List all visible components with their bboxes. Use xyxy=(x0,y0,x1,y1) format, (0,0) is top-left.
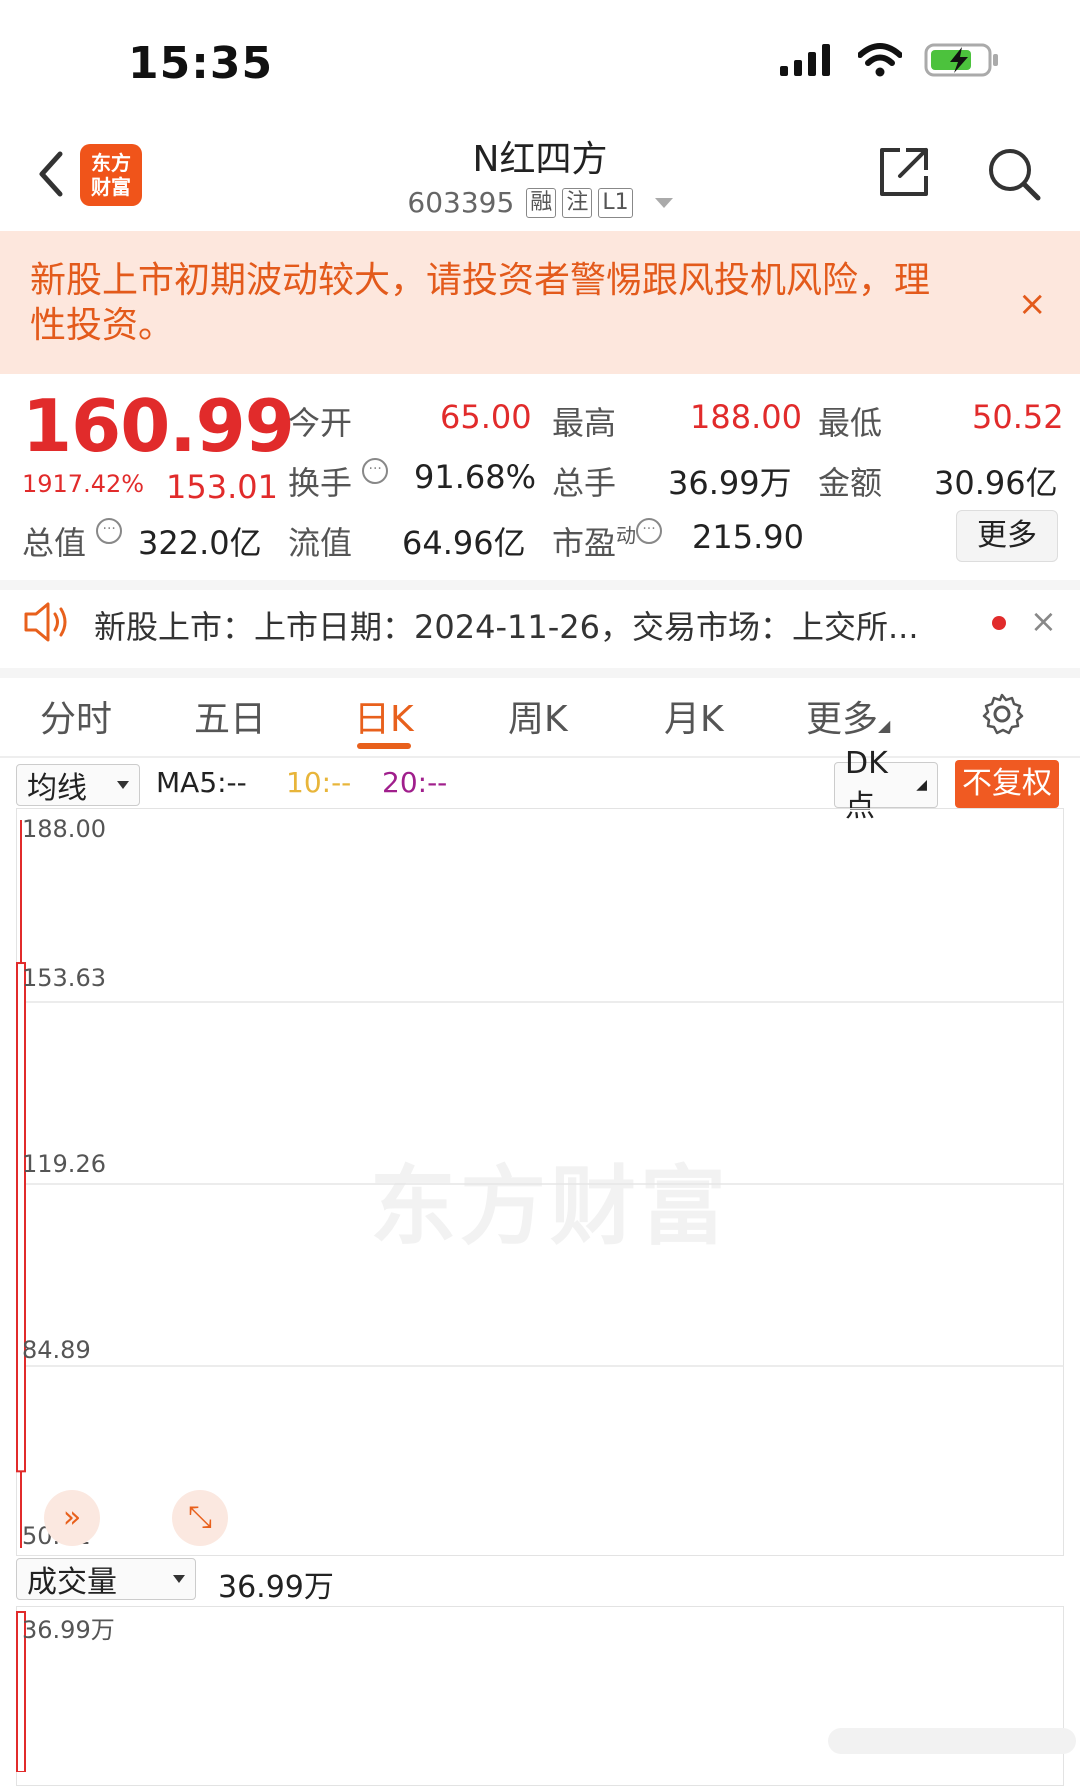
risk-warning-text: 新股上市初期波动较大，请投资者警惕跟风投机风险，理性投资。 xyxy=(30,260,931,346)
double-chevron-right-icon[interactable]: » xyxy=(44,1490,100,1546)
tab-monthly-k[interactable]: 月K xyxy=(664,690,724,742)
y-tick-label: 153.63 xyxy=(22,964,106,992)
share-icon[interactable] xyxy=(876,144,932,200)
banner-close-icon[interactable]: × xyxy=(1018,284,1047,324)
volume-readout: 36.99万 xyxy=(218,1570,334,1605)
ma20-readout: 20:-- xyxy=(382,766,448,799)
speaker-icon xyxy=(24,602,67,642)
info-icon[interactable]: ··· xyxy=(362,458,389,484)
battery-icon xyxy=(924,43,998,77)
chevron-down-icon xyxy=(117,781,129,789)
tag-margin: 融 xyxy=(526,187,557,218)
kline-plot xyxy=(16,820,1064,1548)
volume-axis-max: 36.99万 xyxy=(22,1616,115,1644)
chevron-down-icon: ◢ xyxy=(916,777,927,793)
wifi-icon xyxy=(858,43,902,77)
adjustment-button[interactable]: 不复权 xyxy=(955,760,1059,808)
info-icon[interactable]: ··· xyxy=(96,518,123,544)
status-icons xyxy=(780,42,1000,78)
chevron-down-icon: ◢ xyxy=(878,716,891,735)
divider xyxy=(0,668,1080,678)
chevron-down-icon xyxy=(173,1575,185,1583)
change-amount: 153.01 xyxy=(166,468,278,506)
chevron-down-icon[interactable] xyxy=(654,197,673,208)
y-tick-label: 119.26 xyxy=(22,1150,106,1178)
info-icon[interactable]: ··· xyxy=(636,518,663,544)
more-quote-button[interactable]: 更多 xyxy=(956,510,1058,562)
pe-dynamic-sup: 动 xyxy=(616,523,637,548)
status-time: 15:35 xyxy=(128,38,274,89)
news-ticker[interactable]: 新股上市：上市日期：2024-11-26，交易市场：上交所... xyxy=(94,602,919,648)
tag-level1: L1 xyxy=(598,187,633,218)
volume-value: 36.99万 xyxy=(668,464,792,502)
amount-label: 金额 xyxy=(818,464,883,502)
tab-daily-k[interactable]: 日K xyxy=(354,690,414,742)
low-label: 最低 xyxy=(818,404,883,442)
amount-value: 30.96亿 xyxy=(934,464,1058,502)
high-label: 最高 xyxy=(552,404,617,442)
unread-dot xyxy=(992,616,1006,630)
tab-more[interactable]: 更多◢ xyxy=(806,690,890,742)
settings-gear-icon[interactable] xyxy=(980,692,1024,736)
divider xyxy=(0,580,1080,590)
y-tick-label: 188.00 xyxy=(22,815,106,843)
home-indicator xyxy=(828,1728,1076,1754)
active-tab-indicator xyxy=(357,743,411,749)
tab-intraday[interactable]: 分时 xyxy=(40,690,112,742)
tab-more-label: 更多 xyxy=(806,699,879,740)
turnover-label[interactable]: 换手 ··· xyxy=(288,458,389,504)
news-close-icon[interactable]: × xyxy=(1030,602,1057,640)
open-value: 65.00 xyxy=(440,398,532,436)
ma5-readout: MA5:-- xyxy=(156,766,247,799)
mktcap-label[interactable]: 总值 ··· xyxy=(22,518,123,564)
fullscreen-icon[interactable]: ⤡ xyxy=(172,1490,228,1546)
search-icon[interactable] xyxy=(986,146,1042,202)
low-value: 50.52 xyxy=(972,398,1064,436)
candle-body xyxy=(16,962,26,1473)
volume-indicator-select[interactable]: 成交量 xyxy=(16,1558,196,1600)
volume-label: 总手 xyxy=(552,464,617,502)
pe-label-text: 市盈 xyxy=(552,524,617,562)
open-label: 今开 xyxy=(288,404,353,442)
indicator-select-value: 均线 xyxy=(27,771,87,806)
turnover-label-text: 换手 xyxy=(288,464,353,502)
tab-weekly-k[interactable]: 周K xyxy=(508,690,568,742)
ma10-readout: 10:-- xyxy=(286,766,352,799)
dk-point-select[interactable]: DK点 ◢ xyxy=(834,746,938,824)
change-percent: 1917.42% xyxy=(22,470,145,498)
current-price: 160.99 xyxy=(22,384,295,468)
volume-indicator-value: 成交量 xyxy=(27,1565,117,1600)
mktcap-value: 322.0亿 xyxy=(138,524,262,562)
y-tick-label: 84.89 xyxy=(22,1336,91,1364)
float-value: 64.96亿 xyxy=(402,524,526,562)
signal-icon xyxy=(780,44,830,76)
indicator-select[interactable]: 均线 xyxy=(16,764,140,806)
high-value: 188.00 xyxy=(690,398,802,436)
mktcap-label-text: 总值 xyxy=(22,524,87,562)
pe-value: 215.90 xyxy=(692,518,804,556)
divider xyxy=(0,756,1080,758)
pe-label[interactable]: 市盈动 ··· xyxy=(552,518,663,564)
stock-code: 603395 xyxy=(407,186,515,219)
turnover-value: 91.68% xyxy=(414,458,537,496)
tag-registration: 注 xyxy=(562,187,593,218)
tab-five-day[interactable]: 五日 xyxy=(194,690,266,742)
float-label: 流值 xyxy=(288,524,353,562)
